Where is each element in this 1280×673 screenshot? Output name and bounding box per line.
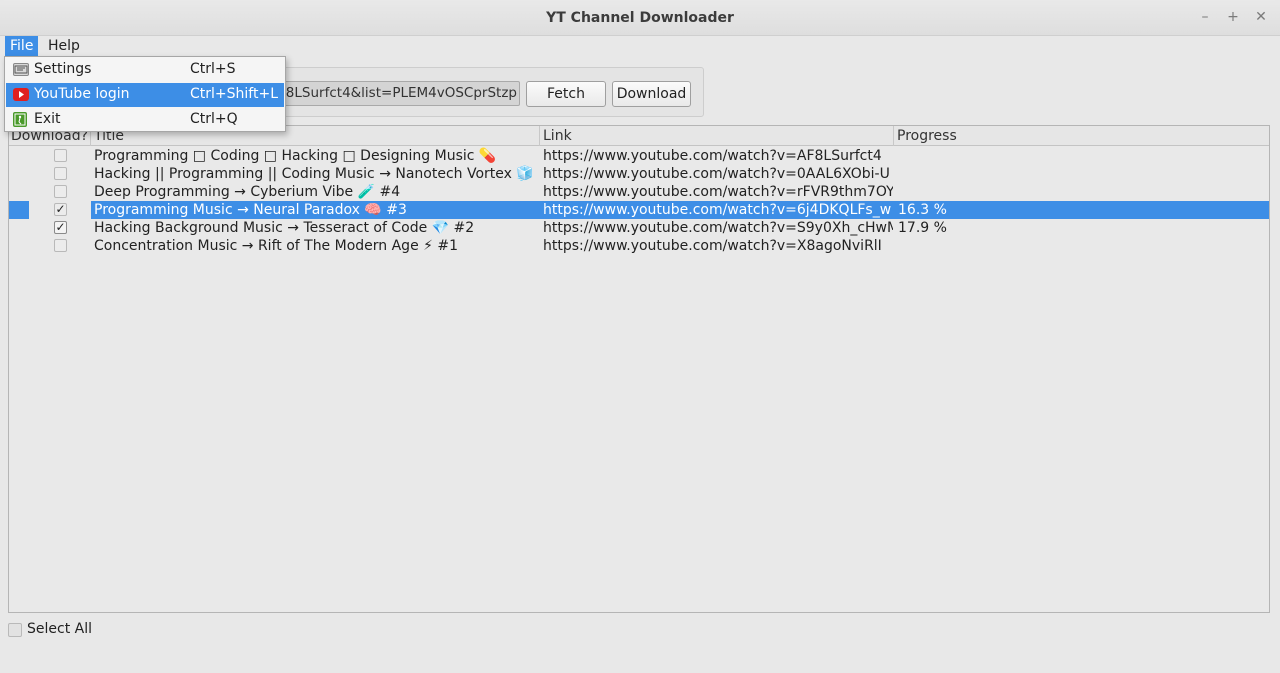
menu-item-youtube-login[interactable]: YouTube login Ctrl+Shift+L (6, 83, 284, 107)
column-header-link[interactable]: Link (540, 126, 894, 146)
row-title: Programming □ Coding □ Hacking □ Designi… (94, 148, 497, 164)
row-title: Concentration Music → Rift of The Modern… (94, 238, 459, 254)
row-progress (898, 165, 1258, 183)
video-table[interactable]: Download? Title Link Progress Programmin… (8, 125, 1270, 613)
maximize-button[interactable]: + (1224, 8, 1242, 26)
exit-icon (13, 112, 27, 127)
select-all-label[interactable]: Select All (27, 621, 92, 637)
url-input-value: F8LSurfct4&list=PLEM4vOSCprStzp (278, 85, 517, 101)
table-row[interactable]: ✓ Hacking Background Music → Tesseract o… (9, 219, 1269, 237)
menu-file[interactable]: File (5, 36, 39, 56)
download-checkbox[interactable] (54, 149, 67, 162)
download-checkbox[interactable] (54, 167, 67, 180)
minimize-button[interactable]: – (1196, 8, 1214, 26)
table-row[interactable]: Programming □ Coding □ Hacking □ Designi… (9, 147, 1269, 165)
menu-item-exit[interactable]: Exit Ctrl+Q (6, 108, 284, 132)
menu-item-label: YouTube login (34, 86, 130, 102)
row-link: https://www.youtube.com/watch?v=rFVR9thm… (543, 184, 893, 200)
settings-icon (13, 63, 29, 76)
menu-bar: File Help (0, 36, 1280, 56)
url-input[interactable]: F8LSurfct4&list=PLEM4vOSCprStzp (250, 81, 520, 106)
row-link: https://www.youtube.com/watch?v=X8agoNvi… (543, 238, 882, 254)
file-menu-dropdown: Settings Ctrl+S YouTube login Ctrl+Shift… (4, 56, 286, 132)
table-row-selected[interactable]: ✓ Programming Music → Neural Paradox 🧠 #… (9, 201, 1269, 219)
row-progress: 16.3 % (898, 202, 947, 218)
menu-item-shortcut: Ctrl+Q (190, 111, 238, 127)
row-link: https://www.youtube.com/watch?v=6j4DKQLF… (543, 202, 892, 218)
menu-item-label: Exit (34, 111, 61, 127)
column-header-progress[interactable]: Progress (894, 126, 1269, 146)
table-row[interactable]: Concentration Music → Rift of The Modern… (9, 237, 1269, 255)
row-progress (898, 183, 1258, 201)
menu-item-label: Settings (34, 61, 92, 77)
download-checkbox[interactable] (54, 185, 67, 198)
fetch-button[interactable]: Fetch (526, 81, 606, 107)
row-link: https://www.youtube.com/watch?v=0AAL6XOb… (543, 166, 890, 182)
row-title: Hacking || Programming || Coding Music →… (94, 166, 538, 182)
row-link: https://www.youtube.com/watch?v=AF8LSurf… (543, 148, 882, 164)
row-progress (898, 237, 1258, 255)
row-title: Deep Programming → Cyberium Vibe 🧪 #4 (94, 184, 401, 200)
title-bar: YT Channel Downloader – + ✕ (0, 0, 1280, 36)
table-row[interactable]: Deep Programming → Cyberium Vibe 🧪 #4 ht… (9, 183, 1269, 201)
menu-item-settings[interactable]: Settings Ctrl+S (6, 58, 284, 82)
row-selection-marker (9, 201, 29, 219)
row-progress: 17.9 % (898, 220, 947, 236)
menu-item-shortcut: Ctrl+Shift+L (190, 86, 278, 102)
select-all-checkbox[interactable] (8, 623, 22, 637)
row-title: Hacking Background Music → Tesseract of … (94, 220, 475, 236)
download-button[interactable]: Download (612, 81, 691, 107)
close-button[interactable]: ✕ (1252, 8, 1270, 26)
row-title: Programming Music → Neural Paradox 🧠 #3 (94, 202, 407, 218)
youtube-icon (13, 88, 29, 101)
window-title: YT Channel Downloader (546, 10, 734, 26)
download-checkbox[interactable]: ✓ (54, 203, 67, 216)
row-progress (898, 147, 1258, 165)
row-link: https://www.youtube.com/watch?v=S9y0Xh_c… (543, 220, 893, 236)
download-checkbox[interactable]: ✓ (54, 221, 67, 234)
table-row[interactable]: Hacking || Programming || Coding Music →… (9, 165, 1269, 183)
menu-help[interactable]: Help (43, 36, 85, 56)
menu-item-shortcut: Ctrl+S (190, 61, 236, 77)
download-checkbox[interactable] (54, 239, 67, 252)
